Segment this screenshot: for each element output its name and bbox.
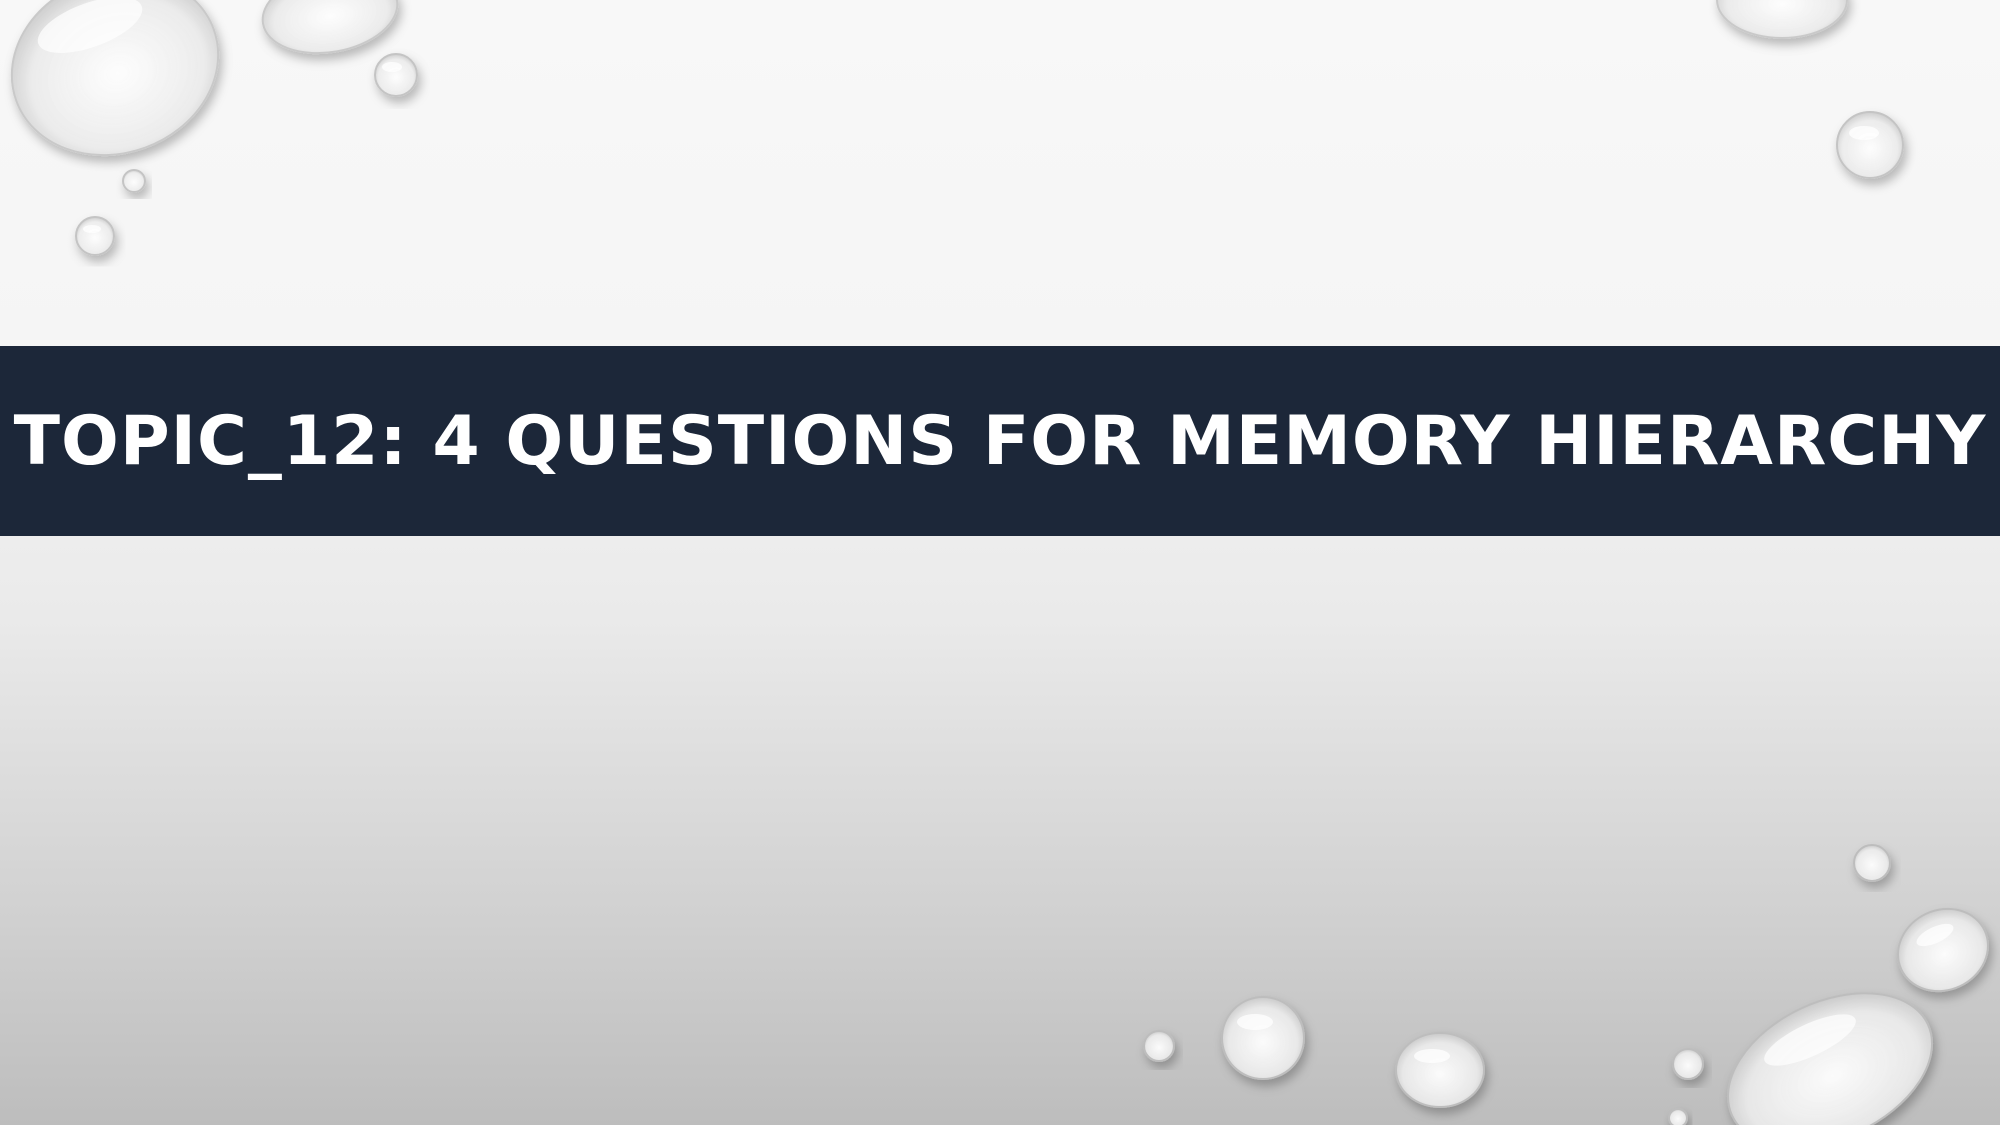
water-droplet-icon (1716, 0, 1848, 39)
water-droplet-icon (374, 53, 418, 97)
water-droplet-icon (122, 169, 146, 193)
slide-title: TOPIC_12: 4 QUESTIONS FOR MEMORY HIERARC… (13, 401, 1987, 481)
water-droplet-icon (1853, 844, 1891, 882)
water-droplet-icon (1395, 1032, 1485, 1108)
water-droplet-icon (10, 0, 220, 157)
water-droplet-icon (1143, 1030, 1175, 1062)
water-droplet-icon (1221, 996, 1305, 1080)
water-droplet-icon (75, 216, 115, 256)
water-droplet-icon (1726, 992, 1934, 1125)
water-droplet-icon (1672, 1048, 1704, 1080)
water-droplet-icon (1836, 111, 1904, 179)
water-droplet-icon (1897, 907, 1989, 993)
slide: TOPIC_12: 4 QUESTIONS FOR MEMORY HIERARC… (0, 0, 2000, 1125)
title-band: TOPIC_12: 4 QUESTIONS FOR MEMORY HIERARC… (0, 346, 2000, 536)
water-droplet-icon (1668, 1108, 1688, 1125)
water-droplet-icon (261, 0, 399, 55)
water-droplets-decoration (10, 0, 1989, 1125)
